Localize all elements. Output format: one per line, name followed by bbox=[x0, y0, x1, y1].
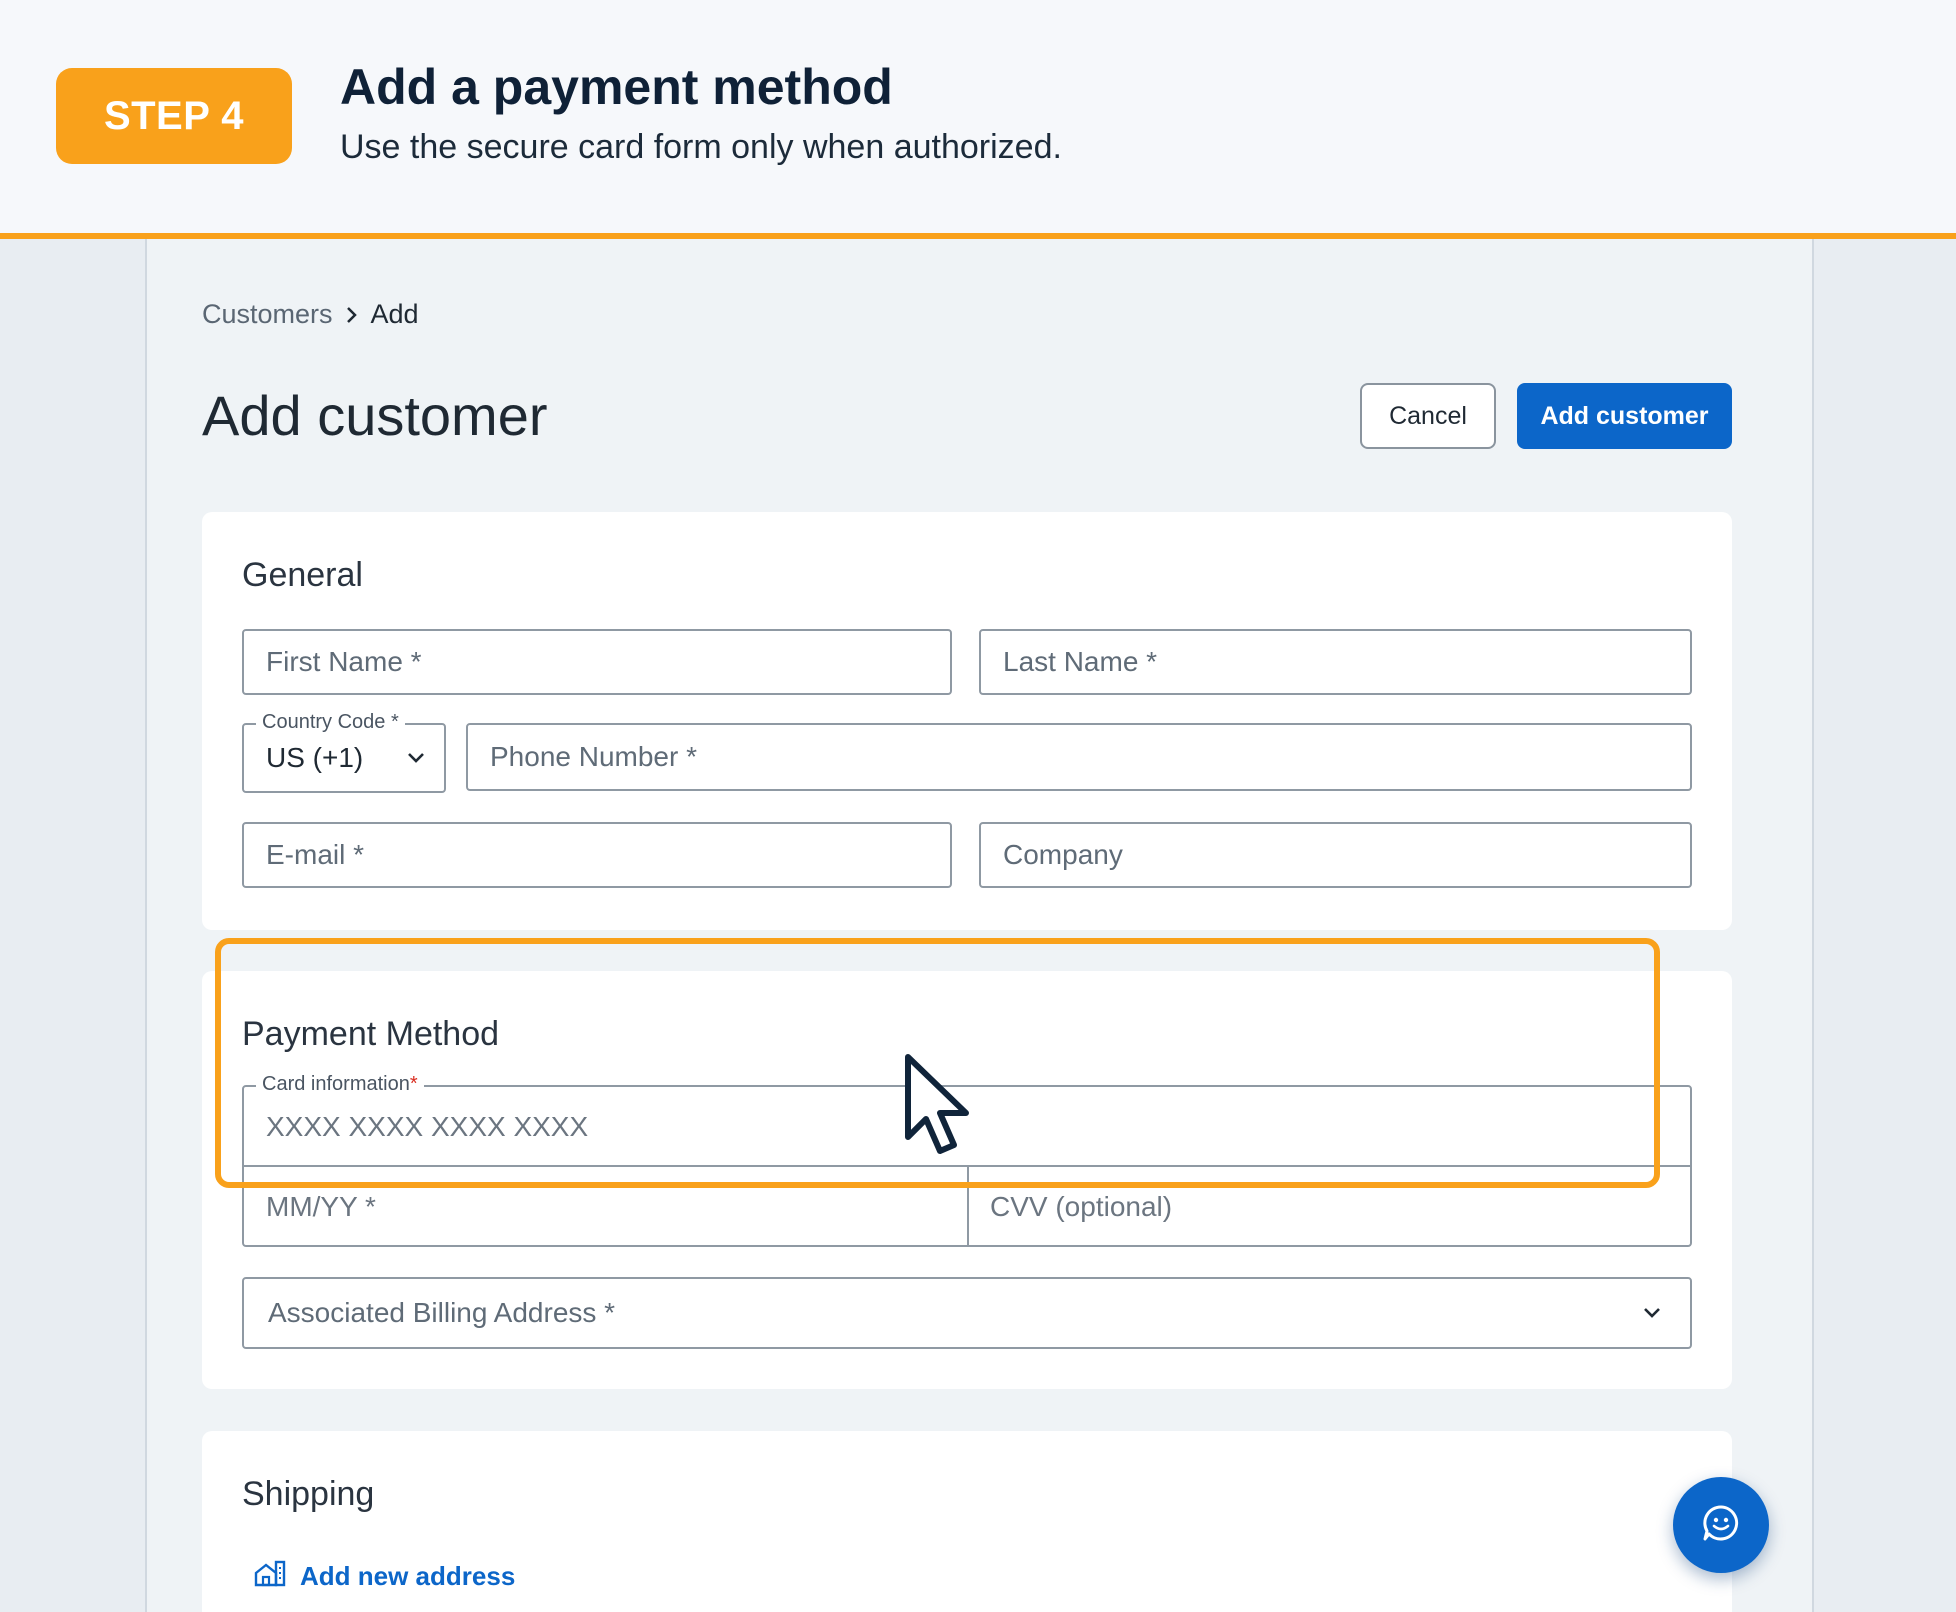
first-name-placeholder: First Name * bbox=[266, 646, 422, 677]
country-code-label: Country Code * bbox=[256, 711, 405, 734]
building-icon bbox=[254, 1559, 286, 1594]
banner-title: Add a payment method bbox=[340, 59, 893, 115]
email-input[interactable]: E-mail * bbox=[242, 822, 952, 888]
expiry-input[interactable]: MM/YY * bbox=[266, 1191, 376, 1223]
email-placeholder: E-mail * bbox=[266, 839, 365, 870]
add-new-address-link[interactable]: Add new address bbox=[254, 1559, 515, 1594]
step-badge: STEP 4 bbox=[56, 68, 292, 164]
chevron-down-icon bbox=[406, 751, 426, 765]
cvv-input[interactable]: CVV (optional) bbox=[990, 1191, 1172, 1223]
shipping-section-title: Shipping bbox=[242, 1475, 375, 1513]
chat-icon bbox=[1701, 1503, 1741, 1548]
phone-number-placeholder: Phone Number * bbox=[490, 741, 698, 772]
payment-section-title: Payment Method bbox=[242, 1015, 500, 1053]
country-code-select[interactable]: Country Code * US (+1) bbox=[242, 711, 446, 793]
shipping-section: Shipping Add new address bbox=[202, 1431, 1732, 1612]
last-name-placeholder: Last Name * bbox=[1003, 646, 1158, 677]
chevron-down-icon bbox=[1642, 1306, 1662, 1320]
last-name-input[interactable]: Last Name * bbox=[979, 629, 1692, 695]
cancel-button[interactable]: Cancel bbox=[1360, 383, 1496, 449]
payment-method-section: Payment Method Card information* XXXX XX… bbox=[202, 971, 1732, 1389]
step-banner: STEP 4 Add a payment method Use the secu… bbox=[0, 0, 1956, 239]
breadcrumb-current: Add bbox=[370, 299, 419, 329]
country-code-value: US (+1) bbox=[266, 742, 364, 773]
breadcrumb: Customers Add bbox=[202, 299, 419, 330]
chevron-right-icon bbox=[345, 305, 359, 325]
billing-address-placeholder: Associated Billing Address * bbox=[268, 1297, 616, 1328]
chat-button[interactable] bbox=[1673, 1477, 1769, 1573]
app-content: Customers Add Add customer Cancel Add cu… bbox=[145, 239, 1814, 1612]
first-name-input[interactable]: First Name * bbox=[242, 629, 952, 695]
required-mark: * bbox=[409, 1073, 418, 1095]
phone-number-input[interactable]: Phone Number * bbox=[466, 723, 1692, 791]
company-placeholder: Company bbox=[1003, 839, 1123, 870]
card-field-divider-vertical bbox=[967, 1167, 969, 1245]
card-number-input[interactable]: XXXX XXXX XXXX XXXX bbox=[266, 1111, 588, 1143]
billing-address-select[interactable]: Associated Billing Address * bbox=[242, 1277, 1692, 1349]
add-customer-button[interactable]: Add customer bbox=[1517, 383, 1732, 449]
page-title: Add customer bbox=[202, 384, 548, 447]
general-section-title: General bbox=[242, 556, 363, 594]
general-section: General First Name * Last Name * Country… bbox=[202, 512, 1732, 930]
card-information-label-text: Card information bbox=[262, 1073, 410, 1095]
company-input[interactable]: Company bbox=[979, 822, 1692, 888]
card-information-label: Card information* bbox=[256, 1073, 424, 1096]
banner-subtitle: Use the secure card form only when autho… bbox=[340, 128, 1062, 166]
add-new-address-label: Add new address bbox=[300, 1561, 516, 1591]
mouse-pointer-icon bbox=[904, 1053, 976, 1162]
breadcrumb-customers-link[interactable]: Customers bbox=[202, 299, 333, 330]
